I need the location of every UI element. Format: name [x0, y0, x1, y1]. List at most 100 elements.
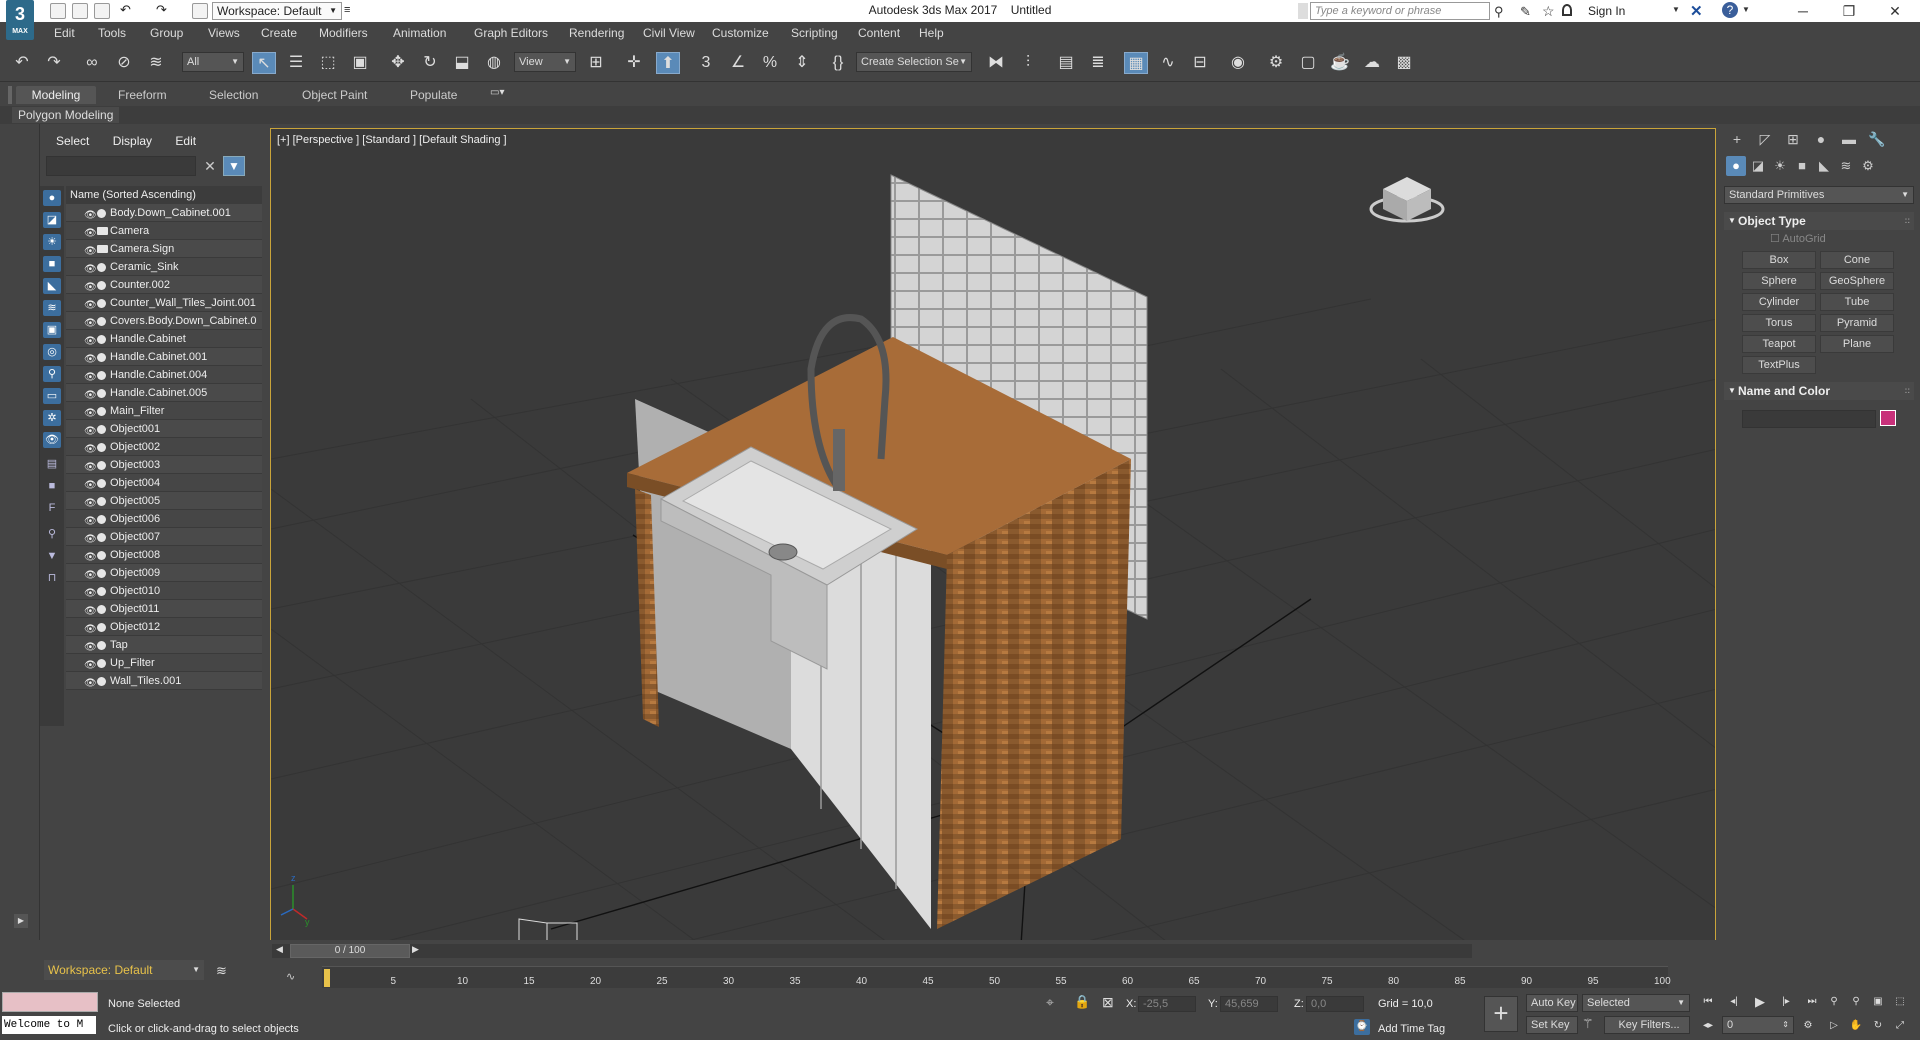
maxscript-mini-listener[interactable]: Welcome to M [2, 1016, 96, 1034]
tab-freeform[interactable]: Freeform [112, 86, 173, 104]
redo-icon[interactable]: ↷ [42, 52, 66, 74]
mirror-icon[interactable]: ⧓ [984, 52, 1008, 74]
layer-manager-icon[interactable]: ≋ [216, 963, 227, 979]
time-configuration-icon[interactable]: ⚙ [1800, 1018, 1816, 1034]
utilities-panel-icon[interactable]: 🔧 [1866, 128, 1888, 150]
select-dependents-icon[interactable]: ▼ [43, 548, 61, 564]
render-in-cloud-icon[interactable]: ☁ [1360, 52, 1384, 74]
curve-editor-icon[interactable]: ∿ [1156, 52, 1180, 74]
name-column-header[interactable]: Name (Sorted Ascending) [66, 186, 262, 204]
list-item[interactable]: 👁 Object010 [66, 582, 262, 600]
cameras-category-icon[interactable]: ■ [1792, 156, 1812, 176]
display-none-icon[interactable]: ▤ [43, 456, 61, 472]
display-geometry-icon[interactable]: ● [43, 190, 61, 206]
helpers-category-icon[interactable]: ◣ [1814, 156, 1834, 176]
keyboard-shortcut-override-icon[interactable]: ⬆ [656, 52, 680, 74]
list-item[interactable]: 👁 Object002 [66, 438, 262, 456]
favorites-star-icon[interactable]: ☆ [1542, 3, 1555, 20]
list-item[interactable]: 👁 Body.Down_Cabinet.001 [66, 204, 262, 222]
sphere-button[interactable]: Sphere [1742, 272, 1816, 290]
list-item[interactable]: 👁 Camera [66, 222, 262, 240]
explorer-menu-select[interactable]: Select [56, 134, 89, 148]
display-groups-icon[interactable]: ▣ [43, 322, 61, 338]
plane-button[interactable]: Plane [1820, 335, 1894, 353]
search-collapse-icon[interactable] [1298, 3, 1308, 19]
select-and-move-icon[interactable]: ✥ [386, 52, 410, 74]
play-icon[interactable]: ▶ [1752, 994, 1768, 1010]
add-time-tag-label[interactable]: Add Time Tag [1378, 1023, 1445, 1035]
menu-civil-view[interactable]: Civil View [643, 26, 695, 40]
undo-icon[interactable]: ↶ [120, 3, 136, 19]
systems-category-icon[interactable]: ⚙ [1858, 156, 1878, 176]
display-containers-icon[interactable]: ▭ [43, 388, 61, 404]
undo-icon[interactable]: ↶ [10, 52, 34, 74]
zoom-extents-all-icon[interactable]: ⬚ [1892, 994, 1908, 1010]
toggle-scene-explorer-icon[interactable]: ▤ [1054, 52, 1078, 74]
tab-object-paint[interactable]: Object Paint [296, 86, 373, 104]
space-warps-category-icon[interactable]: ≋ [1836, 156, 1856, 176]
display-all-icon[interactable]: ■ [43, 478, 61, 494]
list-item[interactable]: 👁 Up_Filter [66, 654, 262, 672]
close-icon[interactable]: ✕ [1872, 0, 1918, 22]
minimize-icon[interactable]: ─ [1780, 0, 1826, 22]
toggle-layer-explorer-icon[interactable]: ≣ [1086, 52, 1110, 74]
invert-display-icon[interactable]: F [43, 500, 61, 516]
time-prev-icon[interactable]: ◀ [276, 944, 283, 955]
help-icon[interactable]: ? [1722, 2, 1738, 18]
display-cameras-icon[interactable]: ■ [43, 256, 61, 272]
lights-category-icon[interactable]: ☀ [1770, 156, 1790, 176]
teapot-button[interactable]: Teapot [1742, 335, 1816, 353]
display-shapes-icon[interactable]: ◪ [43, 212, 61, 228]
tab-modeling[interactable]: Modeling [16, 86, 96, 104]
list-item[interactable]: 👁 Object004 [66, 474, 262, 492]
project-folder-icon[interactable] [192, 3, 208, 19]
rectangular-selection-icon[interactable]: ⬚ [316, 52, 340, 74]
visibility-eye-icon[interactable]: 👁 [84, 675, 97, 693]
list-item[interactable]: 👁 Object007 [66, 528, 262, 546]
modify-panel-icon[interactable]: ◸ [1754, 128, 1776, 150]
go-to-end-icon[interactable]: ⏭ [1804, 994, 1820, 1010]
list-item[interactable]: 👁 Object008 [66, 546, 262, 564]
perspective-viewport[interactable]: [+] [Perspective ] [Standard ] [Default … [270, 128, 1716, 944]
reference-coordinate-dropdown[interactable]: View ▼ [514, 52, 576, 72]
display-frozen-icon[interactable]: 👁 [43, 432, 61, 448]
display-particles-icon[interactable]: ✲ [43, 410, 61, 426]
set-key-button[interactable]: Set Key [1526, 1016, 1578, 1034]
pivot-center-icon[interactable]: ⊞ [584, 52, 608, 74]
list-item[interactable]: 👁 Object003 [66, 456, 262, 474]
display-bones-icon[interactable]: ⚲ [43, 366, 61, 382]
tab-selection[interactable]: Selection [203, 86, 264, 104]
user-icon[interactable] [1562, 4, 1572, 16]
selection-filter-dropdown[interactable]: All ▼ [182, 52, 244, 72]
keyword-search-input[interactable]: Type a keyword or phrase [1310, 2, 1490, 20]
list-item[interactable]: 👁 Handle.Cabinet.005 [66, 384, 262, 402]
explorer-search-input[interactable] [46, 156, 196, 176]
display-space-warps-icon[interactable]: ≋ [43, 300, 61, 316]
window-crossing-icon[interactable]: ▣ [348, 52, 372, 74]
list-item[interactable]: 👁 Object005 [66, 492, 262, 510]
list-item[interactable]: 👁 Object011 [66, 600, 262, 618]
restore-icon[interactable]: ❐ [1826, 0, 1872, 22]
key-mode-selected-dropdown[interactable]: Selected ▼ [1582, 994, 1690, 1012]
key-filters-button[interactable]: Key Filters... [1604, 1016, 1690, 1034]
menu-tools[interactable]: Tools [98, 26, 126, 40]
time-slider-thumb[interactable]: 0 / 100 [290, 944, 410, 958]
zoom-all-icon[interactable]: ⚲ [1848, 994, 1864, 1010]
list-item[interactable]: 👁 Tap [66, 636, 262, 654]
percent-snap-icon[interactable]: % [758, 52, 782, 74]
help-dropdown-arrow-icon[interactable]: ▼ [1742, 5, 1750, 14]
object-name-input[interactable] [1742, 410, 1876, 428]
list-item[interactable]: 👁 Counter.002 [66, 276, 262, 294]
cylinder-button[interactable]: Cylinder [1742, 293, 1816, 311]
menu-create[interactable]: Create [261, 26, 297, 40]
select-children-icon[interactable]: ⊓ [43, 570, 61, 586]
workspace-selector[interactable]: Workspace: Default ▼ [44, 960, 204, 980]
link-icon[interactable]: ∞ [80, 52, 104, 74]
list-item[interactable]: 👁 Ceramic_Sink [66, 258, 262, 276]
sign-in-link[interactable]: Sign In [1588, 4, 1625, 18]
orbit-icon[interactable]: ↻ [1870, 1018, 1886, 1034]
snaps-toggle-icon[interactable]: 3 [694, 52, 718, 74]
menu-group[interactable]: Group [150, 26, 183, 40]
sync-selection-icon[interactable]: ⚲ [43, 526, 61, 542]
menu-help[interactable]: Help [919, 26, 944, 40]
